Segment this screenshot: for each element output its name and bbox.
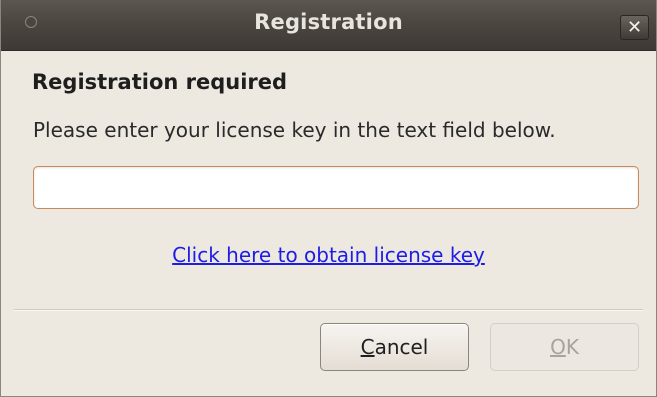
ok-button[interactable]: OK (490, 323, 639, 371)
window-title: Registration (254, 10, 403, 34)
title-bar[interactable]: Registration ✕ (1, 0, 656, 51)
license-key-input[interactable] (33, 166, 639, 209)
registration-dialog: Registration ✕ Registration required Ple… (0, 0, 657, 397)
ok-button-label: OK (550, 335, 579, 359)
cancel-button-label: Cancel (360, 335, 429, 359)
obtain-license-link[interactable]: Click here to obtain license key (1, 243, 656, 267)
dialog-heading: Registration required (32, 70, 288, 94)
instruction-text: Please enter your license key in the tex… (33, 118, 556, 142)
cancel-button[interactable]: Cancel (320, 323, 469, 371)
separator (14, 309, 643, 311)
close-button[interactable]: ✕ (620, 15, 649, 40)
close-icon: ✕ (626, 16, 643, 38)
